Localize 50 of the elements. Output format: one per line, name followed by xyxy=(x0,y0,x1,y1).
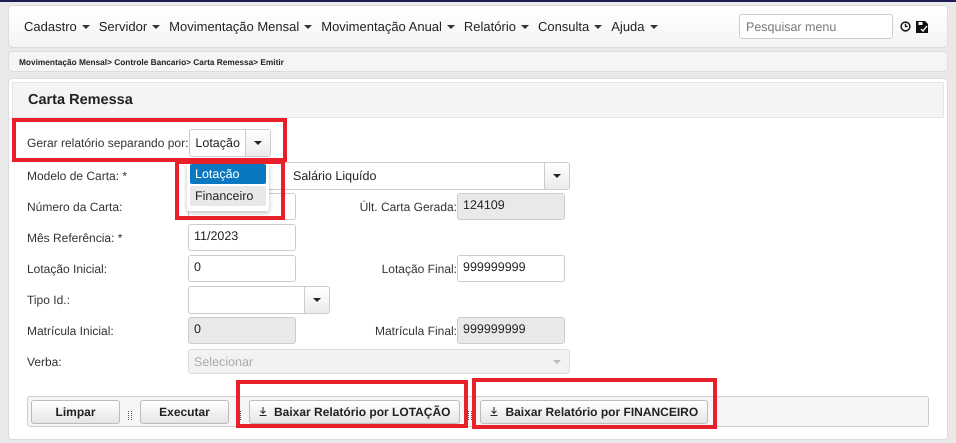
input-field[interactable]: 124109 xyxy=(457,193,565,220)
menu-item[interactable]: Cadastro xyxy=(23,19,95,34)
caret-icon xyxy=(82,24,90,28)
breadcrumb: Movimentação Mensal> Controle Bancario> Carta Remessa> Emitir xyxy=(19,56,284,66)
download-icon xyxy=(259,407,267,416)
field-label: Matrícula Final: xyxy=(374,324,457,338)
menu-item[interactable]: Relatório xyxy=(462,19,534,34)
field-label: Lotação Inicial: xyxy=(27,262,108,276)
input-field[interactable]: 0 xyxy=(188,255,296,282)
menu-item[interactable]: Movimentação Anual xyxy=(320,19,460,34)
action-button[interactable]: Baixar Relatório por FINANCEIRO xyxy=(480,400,708,424)
input-field[interactable]: 11/2023 xyxy=(188,224,296,251)
field-label: Últ. Carta Gerada: xyxy=(360,200,457,214)
field-label: Modelo de Carta: * xyxy=(27,168,128,182)
download-icon xyxy=(490,407,498,416)
field-label: Verba: xyxy=(27,354,63,368)
caret-icon xyxy=(520,24,529,28)
field-label: Tipo Id.: xyxy=(27,292,71,306)
clock-icon[interactable] xyxy=(900,21,911,32)
select-field[interactable] xyxy=(188,286,330,314)
panel-title: Carta Remessa xyxy=(28,92,133,108)
action-button[interactable]: Baixar Relatório por LOTAÇÃO xyxy=(249,400,460,424)
menu-item[interactable]: Ajuda xyxy=(610,19,663,34)
caret-icon xyxy=(254,141,262,145)
action-button[interactable]: Limpar xyxy=(31,400,120,424)
caret-icon xyxy=(553,360,561,364)
input-field[interactable]: 0 xyxy=(188,317,296,344)
field-label: Mês Referência: * xyxy=(27,230,124,244)
caret-icon xyxy=(304,24,312,28)
action-button[interactable]: Executar xyxy=(140,400,229,424)
dropdown-option[interactable]: Financeiro xyxy=(190,186,266,206)
search-field[interactable]: Pesquisar menu xyxy=(739,14,893,39)
menu-item[interactable]: Consulta xyxy=(536,19,608,34)
menu-item[interactable]: Movimentação Mensal xyxy=(168,19,318,34)
dropdown-option[interactable]: Lotação xyxy=(190,164,266,184)
select-field[interactable]: Lotação xyxy=(189,129,272,157)
caret-icon xyxy=(553,174,561,178)
caret-icon xyxy=(650,24,658,28)
field-label: Gerar relatório separando por: xyxy=(27,136,188,150)
save-icon[interactable] xyxy=(916,20,929,32)
caret-icon xyxy=(313,298,321,302)
caret-icon xyxy=(152,24,160,28)
field-label: Número da Carta: xyxy=(27,200,124,214)
menu-item[interactable]: Servidor xyxy=(98,19,166,34)
caret-icon xyxy=(446,24,455,28)
field-label: Matrícula Inicial: xyxy=(27,324,115,338)
input-field[interactable]: 999999999 xyxy=(457,255,565,282)
caret-icon xyxy=(594,24,602,28)
input-field[interactable]: 999999999 xyxy=(457,317,565,344)
field-label: Lotação Final: xyxy=(382,262,457,276)
